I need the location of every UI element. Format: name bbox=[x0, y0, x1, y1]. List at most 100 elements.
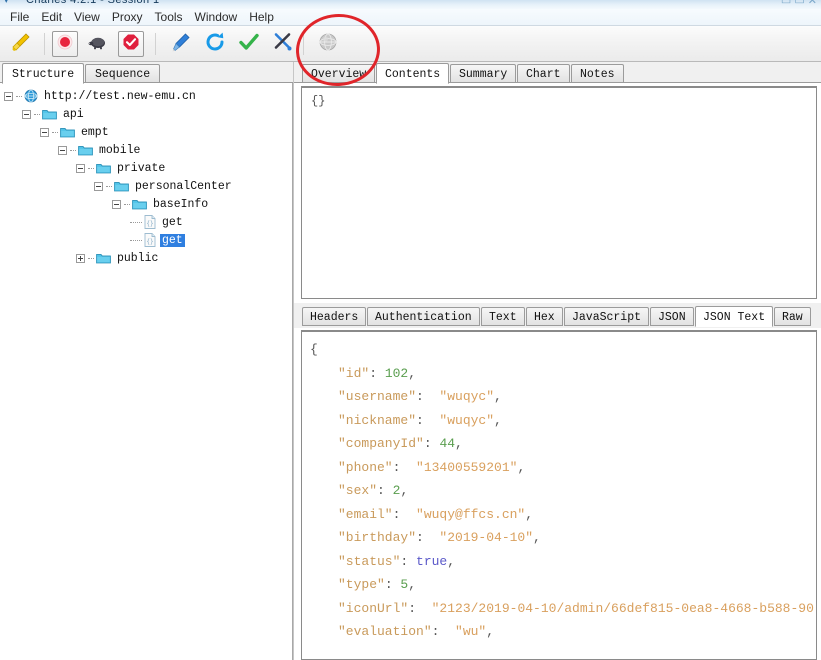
json-token-n: 102 bbox=[384, 365, 409, 381]
record-icon bbox=[56, 33, 74, 56]
tab-summary[interactable]: Summary bbox=[450, 64, 517, 83]
lower-tabstrip: Headers Authentication Text Hex JavaScript JS… bbox=[294, 305, 821, 328]
overview-content-pane: {} bbox=[301, 86, 817, 299]
tab-sequence[interactable]: Sequence bbox=[85, 64, 161, 83]
json-token-p: , bbox=[533, 530, 541, 545]
json-line: { bbox=[310, 338, 816, 362]
folder-icon bbox=[96, 162, 111, 174]
json-line: "sex": 2, bbox=[310, 479, 816, 503]
tree-node-label: private bbox=[117, 161, 166, 175]
tree-collapse-icon[interactable] bbox=[4, 91, 13, 101]
tree-node[interactable]: {} get bbox=[0, 213, 292, 231]
json-line: "status": true, bbox=[310, 550, 816, 574]
tab-authentication[interactable]: Authentication bbox=[367, 307, 480, 326]
tab-contents[interactable]: Contents bbox=[376, 63, 450, 84]
svg-text:{}: {} bbox=[146, 239, 153, 246]
session-tree[interactable]: http://test.new-emu.cn api empt mobile priva… bbox=[0, 83, 293, 660]
json-token-p: , bbox=[525, 506, 534, 522]
menu-item-window[interactable]: Window bbox=[189, 9, 244, 25]
dns-spoofing-button[interactable] bbox=[315, 31, 341, 57]
json-token-k: "nickname" bbox=[338, 412, 417, 428]
folder-icon bbox=[132, 198, 147, 210]
throttle-button[interactable] bbox=[85, 31, 111, 57]
tree-collapse-icon[interactable] bbox=[94, 181, 103, 191]
tab-javascript[interactable]: JavaScript bbox=[564, 307, 650, 326]
tree-collapse-icon[interactable] bbox=[112, 199, 121, 209]
breakpoints-button[interactable] bbox=[118, 31, 144, 57]
menu-item-tools[interactable]: Tools bbox=[149, 9, 189, 25]
tree-node[interactable]: personalCenter bbox=[0, 177, 292, 195]
left-panel: Structure Sequence http://test.new-emu.cn… bbox=[0, 62, 293, 660]
menu-item-view[interactable]: View bbox=[68, 9, 106, 25]
charles-proxy-window: ▾ Charles 4.2.1 - Session 1 ▭ ▭ ✕ File Ed… bbox=[0, 0, 821, 660]
tree-collapse-icon[interactable] bbox=[76, 163, 85, 173]
menu-item-proxy[interactable]: Proxy bbox=[106, 9, 149, 25]
json-token-p: , bbox=[447, 553, 456, 569]
tab-text[interactable]: Text bbox=[481, 307, 525, 326]
tab-notes[interactable]: Notes bbox=[571, 64, 624, 83]
window-controls[interactable]: ▭ ▭ ✕ bbox=[781, 0, 817, 7]
json-token-p: , bbox=[486, 624, 495, 639]
folder-icon bbox=[78, 144, 93, 156]
json-token-k: "sex" bbox=[338, 483, 378, 498]
tree-node-label: get bbox=[162, 215, 183, 229]
tree-node[interactable]: public bbox=[0, 249, 292, 267]
tree-node[interactable]: http://test.new-emu.cn bbox=[0, 87, 292, 105]
json-line: "phone": "13400559201", bbox=[310, 456, 816, 480]
response-body-pane[interactable]: {"id": 102, "username": "wuqyc", "nickname… bbox=[301, 330, 817, 660]
record-button[interactable] bbox=[52, 31, 78, 57]
tab-json-text[interactable]: JSON Text bbox=[695, 306, 774, 327]
menu-item-edit[interactable]: Edit bbox=[35, 9, 68, 25]
tree-connector bbox=[130, 221, 142, 223]
tree-node[interactable]: api bbox=[0, 105, 292, 123]
json-token-p: : bbox=[416, 412, 440, 428]
json-token-s: "2123/2019-04-10/admin/66def815-0ea8-466… bbox=[431, 600, 814, 616]
tree-node-label: http://test.new-emu.cn bbox=[44, 89, 196, 103]
tree-collapse-icon[interactable] bbox=[40, 127, 49, 137]
json-token-k: "username" bbox=[338, 389, 417, 404]
tree-node-label: baseInfo bbox=[153, 197, 209, 211]
json-token-s: "wu" bbox=[455, 624, 487, 639]
clear-session-button[interactable] bbox=[8, 31, 34, 57]
tab-chart[interactable]: Chart bbox=[517, 64, 570, 83]
tree-expand-icon[interactable] bbox=[76, 253, 85, 263]
validate-button[interactable] bbox=[236, 31, 262, 57]
tree-node-label: mobile bbox=[99, 143, 141, 157]
window-menu-icon[interactable]: ▾ bbox=[4, 0, 9, 6]
tree-connector bbox=[88, 257, 94, 259]
menu-bar: File Edit View Proxy Tools Window Help bbox=[0, 9, 821, 26]
compose-button[interactable] bbox=[168, 31, 194, 57]
json-line: "id": 102, bbox=[310, 362, 816, 386]
tree-node[interactable]: {} get bbox=[0, 231, 292, 249]
tab-json[interactable]: JSON bbox=[650, 307, 694, 326]
tree-node[interactable]: empt bbox=[0, 123, 292, 141]
json-token-k: "email" bbox=[338, 506, 393, 522]
json-token-s: "wuqy@ffcs.cn" bbox=[416, 506, 526, 522]
tree-collapse-icon[interactable] bbox=[22, 109, 31, 119]
tools-button[interactable] bbox=[270, 31, 296, 57]
tree-node-label: public bbox=[117, 251, 159, 265]
menu-item-help[interactable]: Help bbox=[243, 9, 280, 25]
tree-node[interactable]: baseInfo bbox=[0, 195, 292, 213]
json-token-k: "companyId" bbox=[338, 436, 424, 451]
json-token-p: : bbox=[392, 506, 417, 522]
folder-icon bbox=[60, 126, 75, 138]
clear-session-icon bbox=[10, 31, 32, 58]
toolbar-separator-2 bbox=[155, 33, 156, 55]
tree-node[interactable]: mobile bbox=[0, 141, 292, 159]
tab-structure[interactable]: Structure bbox=[2, 63, 85, 84]
repeat-refresh-icon bbox=[204, 31, 226, 58]
json-token-p: , bbox=[455, 436, 463, 451]
overview-content-text: {} bbox=[311, 94, 326, 108]
json-token-p: , bbox=[408, 365, 417, 381]
tab-overview[interactable]: Overview bbox=[302, 64, 376, 83]
menu-item-file[interactable]: File bbox=[4, 9, 35, 25]
tab-headers[interactable]: Headers bbox=[302, 307, 367, 326]
tab-hex[interactable]: Hex bbox=[526, 307, 563, 326]
tree-connector bbox=[124, 203, 130, 205]
tab-raw[interactable]: Raw bbox=[774, 307, 811, 326]
tree-node[interactable]: private bbox=[0, 159, 292, 177]
tree-connector bbox=[70, 149, 76, 151]
repeat-button[interactable] bbox=[202, 31, 228, 57]
tree-collapse-icon[interactable] bbox=[58, 145, 67, 155]
